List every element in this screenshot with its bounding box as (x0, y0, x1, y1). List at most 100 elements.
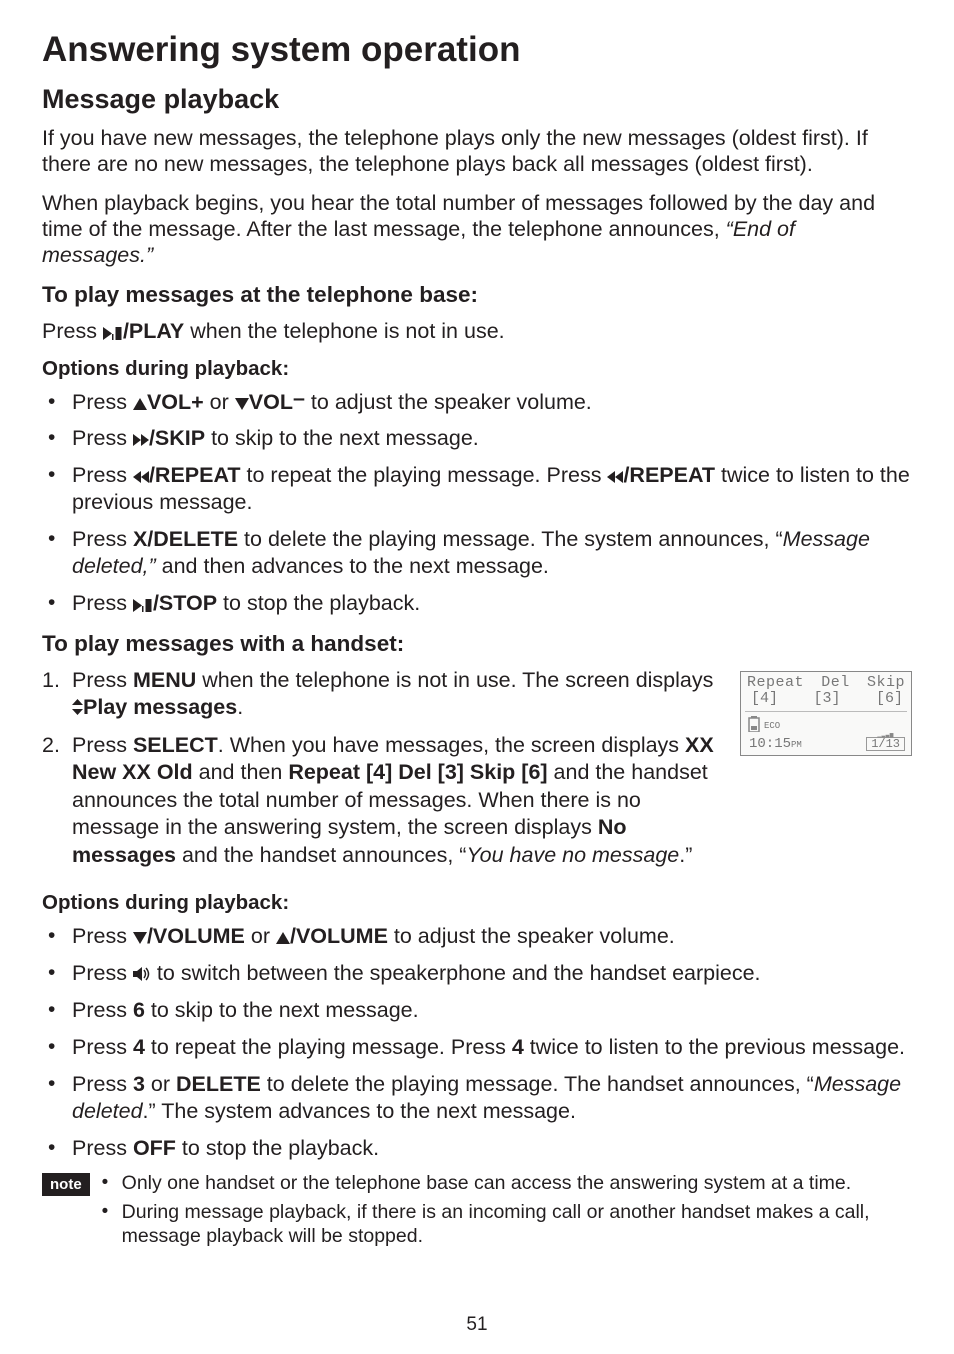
txt: when the telephone is not in use. The sc… (196, 668, 713, 692)
txt: Press (72, 924, 133, 948)
page-title: Answering system operation (42, 30, 912, 70)
list-item: Press 6 to skip to the next message. (42, 997, 912, 1024)
txt: twice to listen to the previous message. (524, 1035, 905, 1059)
menu-button-label: MENU (133, 668, 196, 692)
lcd-message-count: ▁▂▃▅ 1/13 (866, 737, 905, 752)
stop-button-label: /STOP (153, 591, 217, 615)
txt: Press (72, 668, 133, 692)
battery-icon (747, 716, 761, 737)
repeat-button-label: /REPEAT (623, 463, 715, 487)
page-number: 51 (0, 1314, 954, 1336)
txt: . When you have messages, the screen dis… (218, 733, 685, 757)
key-6-label: 6 (133, 998, 145, 1022)
lcd-repeat-label: Repeat (747, 675, 804, 691)
updown-arrow-icon (72, 699, 83, 715)
handset-steps-list: Press MENU when the telephone is not in … (42, 667, 722, 870)
txt: Press (72, 998, 133, 1022)
list-item: Press /STOP to stop the playback. (42, 590, 912, 617)
base-play-heading: To play messages at the telephone base: (42, 282, 912, 308)
txt: and then (193, 760, 289, 784)
txt: Press (72, 527, 133, 551)
txt: to repeat the playing message. Press (241, 463, 608, 487)
txt: Press (72, 426, 133, 450)
handset-play-heading: To play messages with a handset: (42, 631, 912, 657)
note-badge: note (42, 1173, 90, 1196)
handset-options-list: Press /VOLUME or /VOLUME to adjust the s… (42, 923, 912, 1161)
txt: to repeat the playing message. Press (145, 1035, 512, 1059)
txt: or (204, 390, 235, 414)
volume-down-label: /VOLUME (147, 924, 245, 948)
options-heading-base: Options during playback: (42, 357, 912, 381)
options-heading-handset: Options during playback: (42, 891, 912, 915)
intro-paragraph-1: If you have new messages, the telephone … (42, 125, 912, 177)
txt: to stop the playback. (217, 591, 420, 615)
txt: Press (72, 463, 133, 487)
select-button-label: SELECT (133, 733, 218, 757)
txt: and the handset announces, “ (176, 843, 466, 867)
vol-plus-label: VOL+ (147, 390, 204, 414)
play-button-label: /PLAY (123, 319, 184, 343)
lcd-time: 10:15PM (749, 737, 802, 752)
txt: to delete the playing message. The hands… (261, 1072, 814, 1096)
speaker-icon (133, 967, 151, 981)
lcd-key-3: [3] (813, 691, 840, 707)
repeat-button-label: /REPEAT (149, 463, 241, 487)
list-item: Press to switch between the speakerphone… (42, 960, 912, 987)
play-messages-menu: Play messages (83, 695, 237, 719)
txt: to skip to the next message. (205, 426, 479, 450)
base-press-instruction: Press /PLAY when the telephone is not in… (42, 318, 912, 344)
lcd-eco-label: ECO (764, 722, 780, 731)
txt: to skip to the next message. (145, 998, 419, 1022)
base-options-list: Press VOL+ or VOL– to adjust the speaker… (42, 389, 912, 617)
skip-button-label: /SKIP (149, 426, 205, 450)
delete-button-label: DELETE (176, 1072, 261, 1096)
notes-list: Only one handset or the telephone base c… (100, 1171, 912, 1252)
txt: Press (72, 1072, 133, 1096)
txt: when the telephone is not in use. (184, 319, 504, 343)
txt: to adjust the speaker volume. (305, 390, 592, 414)
list-item: Press OFF to stop the playback. (42, 1135, 912, 1162)
txt: Press (72, 1136, 133, 1160)
txt: .” The system advances to the next messa… (143, 1099, 576, 1123)
triangle-up-icon (133, 398, 147, 410)
txt: .” (679, 843, 692, 867)
section-heading: Message playback (42, 84, 912, 115)
lcd-skip-label: Skip (867, 675, 905, 691)
triangle-down-icon (235, 398, 249, 410)
txt: or (245, 924, 276, 948)
list-item: Press SELECT. When you have messages, th… (42, 732, 722, 870)
off-button-label: OFF (133, 1136, 176, 1160)
list-item: Only one handset or the telephone base c… (100, 1171, 912, 1195)
vol-minus-label: VOL– (249, 386, 305, 414)
txt: to switch between the speakerphone and t… (151, 961, 761, 985)
txt: to stop the playback. (176, 1136, 379, 1160)
lcd-del-label: Del (821, 675, 850, 691)
list-item: Press /SKIP to skip to the next message. (42, 425, 912, 452)
rewind-icon (133, 471, 149, 483)
list-item: Press 3 or DELETE to delete the playing … (42, 1071, 912, 1125)
handset-screen-illustration: Repeat Del Skip [4] [3] [6] ECO 10:15PM (740, 671, 912, 757)
delete-button-label: X/DELETE (133, 527, 238, 551)
repeat-del-skip-label: Repeat [4] Del [3] Skip [6] (288, 760, 547, 784)
txt: Press (72, 390, 133, 414)
intro-paragraph-2: When playback begins, you hear the total… (42, 190, 912, 269)
play-stop-icon (103, 327, 123, 340)
triangle-down-icon (133, 932, 147, 944)
list-item: Press /VOLUME or /VOLUME to adjust the s… (42, 923, 912, 950)
txt: to delete the playing message. The syste… (238, 527, 783, 551)
key-4-label: 4 (512, 1035, 524, 1059)
no-message-announce: You have no message (466, 843, 679, 867)
key-4-label: 4 (133, 1035, 145, 1059)
rewind-icon (607, 471, 623, 483)
signal-icon: ▁▂▃▅ (867, 732, 904, 738)
txt: or (145, 1072, 176, 1096)
list-item: Press 4 to repeat the playing message. P… (42, 1034, 912, 1061)
txt: Press (72, 961, 133, 985)
key-3-label: 3 (133, 1072, 145, 1096)
txt: Press (42, 319, 103, 343)
txt: and then advances to the next message. (156, 554, 549, 578)
list-item: Press /REPEAT to repeat the playing mess… (42, 462, 912, 516)
list-item: Press X/DELETE to delete the playing mes… (42, 526, 912, 580)
lcd-key-4: [4] (751, 691, 778, 707)
txt: Press (72, 1035, 133, 1059)
